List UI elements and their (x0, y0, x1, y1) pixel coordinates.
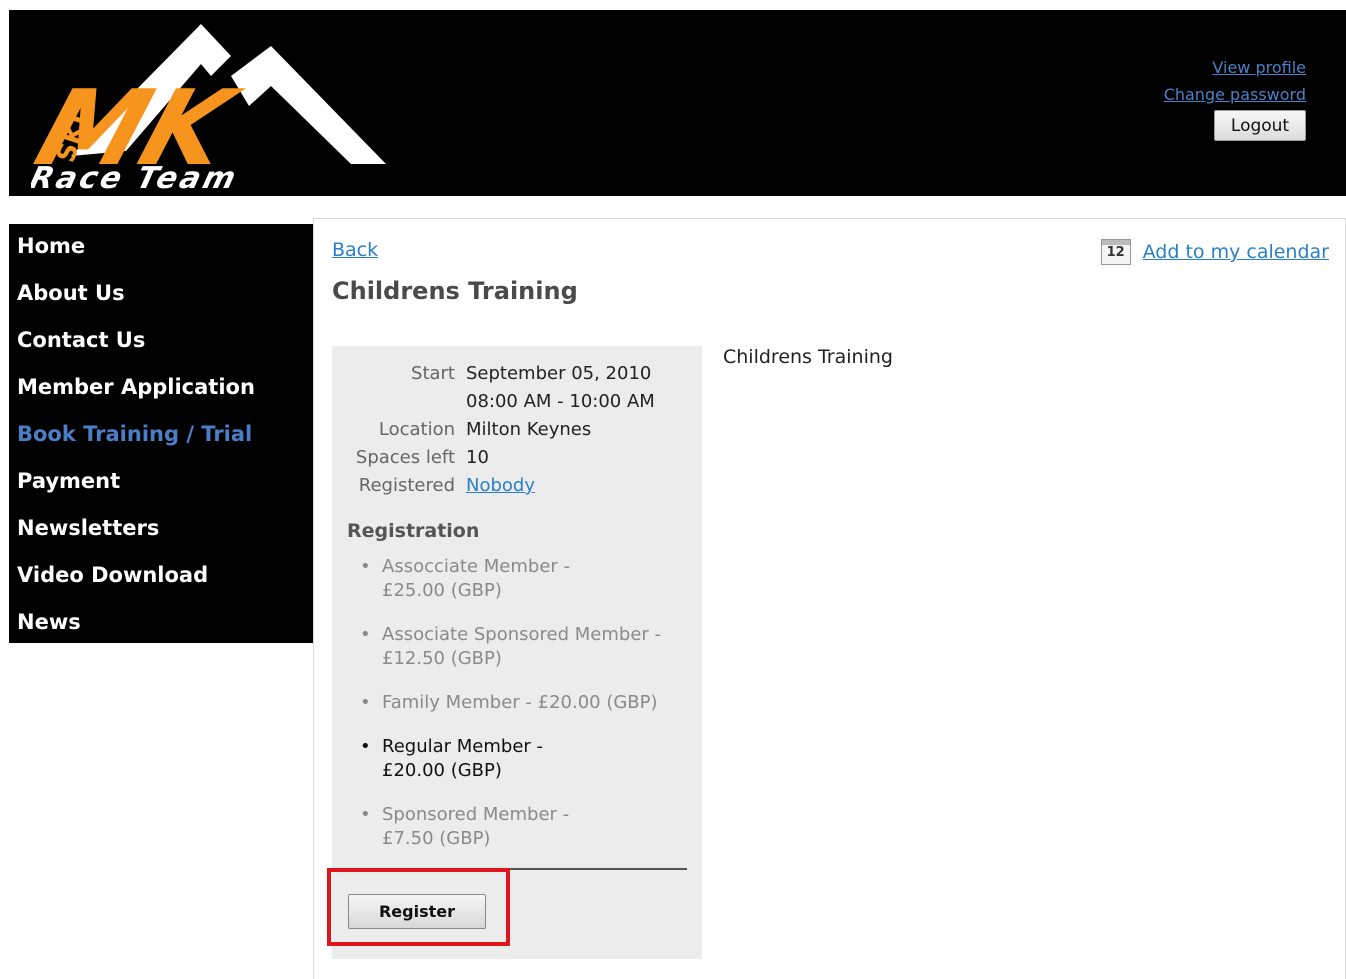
logout-button[interactable]: Logout (1214, 110, 1306, 141)
start-label: Start (411, 363, 455, 384)
spaces-left-value: 10 (466, 447, 489, 468)
sidebar-item-book-training[interactable]: Book Training / Trial (9, 412, 313, 459)
sidebar-item-contact-us[interactable]: Contact Us (9, 318, 313, 365)
sidebar-item-about-us[interactable]: About Us (9, 271, 313, 318)
change-password-link[interactable]: Change password (1164, 81, 1306, 108)
logo-mountain-right (231, 46, 386, 164)
add-to-calendar-link[interactable]: Add to my calendar (1143, 241, 1329, 263)
start-date: September 05, 2010 (466, 363, 652, 384)
logo-race-team-text: Race Team (31, 161, 242, 191)
user-links: View profile Change password (1164, 54, 1306, 108)
sidebar-item-payment[interactable]: Payment (9, 459, 313, 506)
sidebar-item-home[interactable]: Home (9, 224, 313, 271)
registration-option[interactable]: Sponsored Member - £7.50 (GBP) (360, 803, 690, 851)
sidebar-item-news[interactable]: News (9, 600, 313, 647)
spaces-left-label: Spaces left (355, 447, 455, 468)
registered-label: Registered (358, 475, 455, 496)
sidebar-item-newsletters[interactable]: Newsletters (9, 506, 313, 553)
start-time: 08:00 AM - 10:00 AM (466, 391, 655, 412)
registration-option[interactable]: Family Member - £20.00 (GBP) (360, 691, 690, 715)
registration-heading: Registration (347, 520, 480, 542)
registration-options: Assocciate Member - £25.00 (GBP) Associa… (360, 555, 690, 871)
site-header: MK SKI Race Team View profile Change pas… (9, 10, 1346, 196)
view-profile-link[interactable]: View profile (1164, 54, 1306, 81)
registration-option-selected[interactable]: Regular Member - £20.00 (GBP) (360, 735, 690, 783)
location-label: Location (378, 419, 455, 440)
registration-option[interactable]: Assocciate Member - £25.00 (GBP) (360, 555, 690, 603)
location-value: Milton Keynes (466, 419, 592, 440)
register-button[interactable]: Register (348, 894, 486, 929)
site-logo[interactable]: MK SKI Race Team (31, 16, 401, 191)
registration-option[interactable]: Associate Sponsored Member - £12.50 (GBP… (360, 623, 690, 671)
sidebar-item-video-download[interactable]: Video Download (9, 553, 313, 600)
registered-link[interactable]: Nobody (466, 475, 535, 496)
sidebar-nav: Home About Us Contact Us Member Applicat… (9, 224, 313, 643)
sidebar-item-member-application[interactable]: Member Application (9, 365, 313, 412)
event-details-table: Start September 05, 2010 08:00 AM - 10:0… (332, 360, 655, 500)
calendar-icon[interactable]: 12 (1100, 239, 1131, 265)
main-content: Back 12 Add to my calendar Childrens Tra… (313, 218, 1346, 979)
event-description: Childrens Training (723, 346, 893, 368)
back-link[interactable]: Back (332, 239, 378, 261)
add-to-calendar[interactable]: 12 Add to my calendar (1100, 239, 1329, 265)
event-title: Childrens Training (332, 277, 578, 305)
